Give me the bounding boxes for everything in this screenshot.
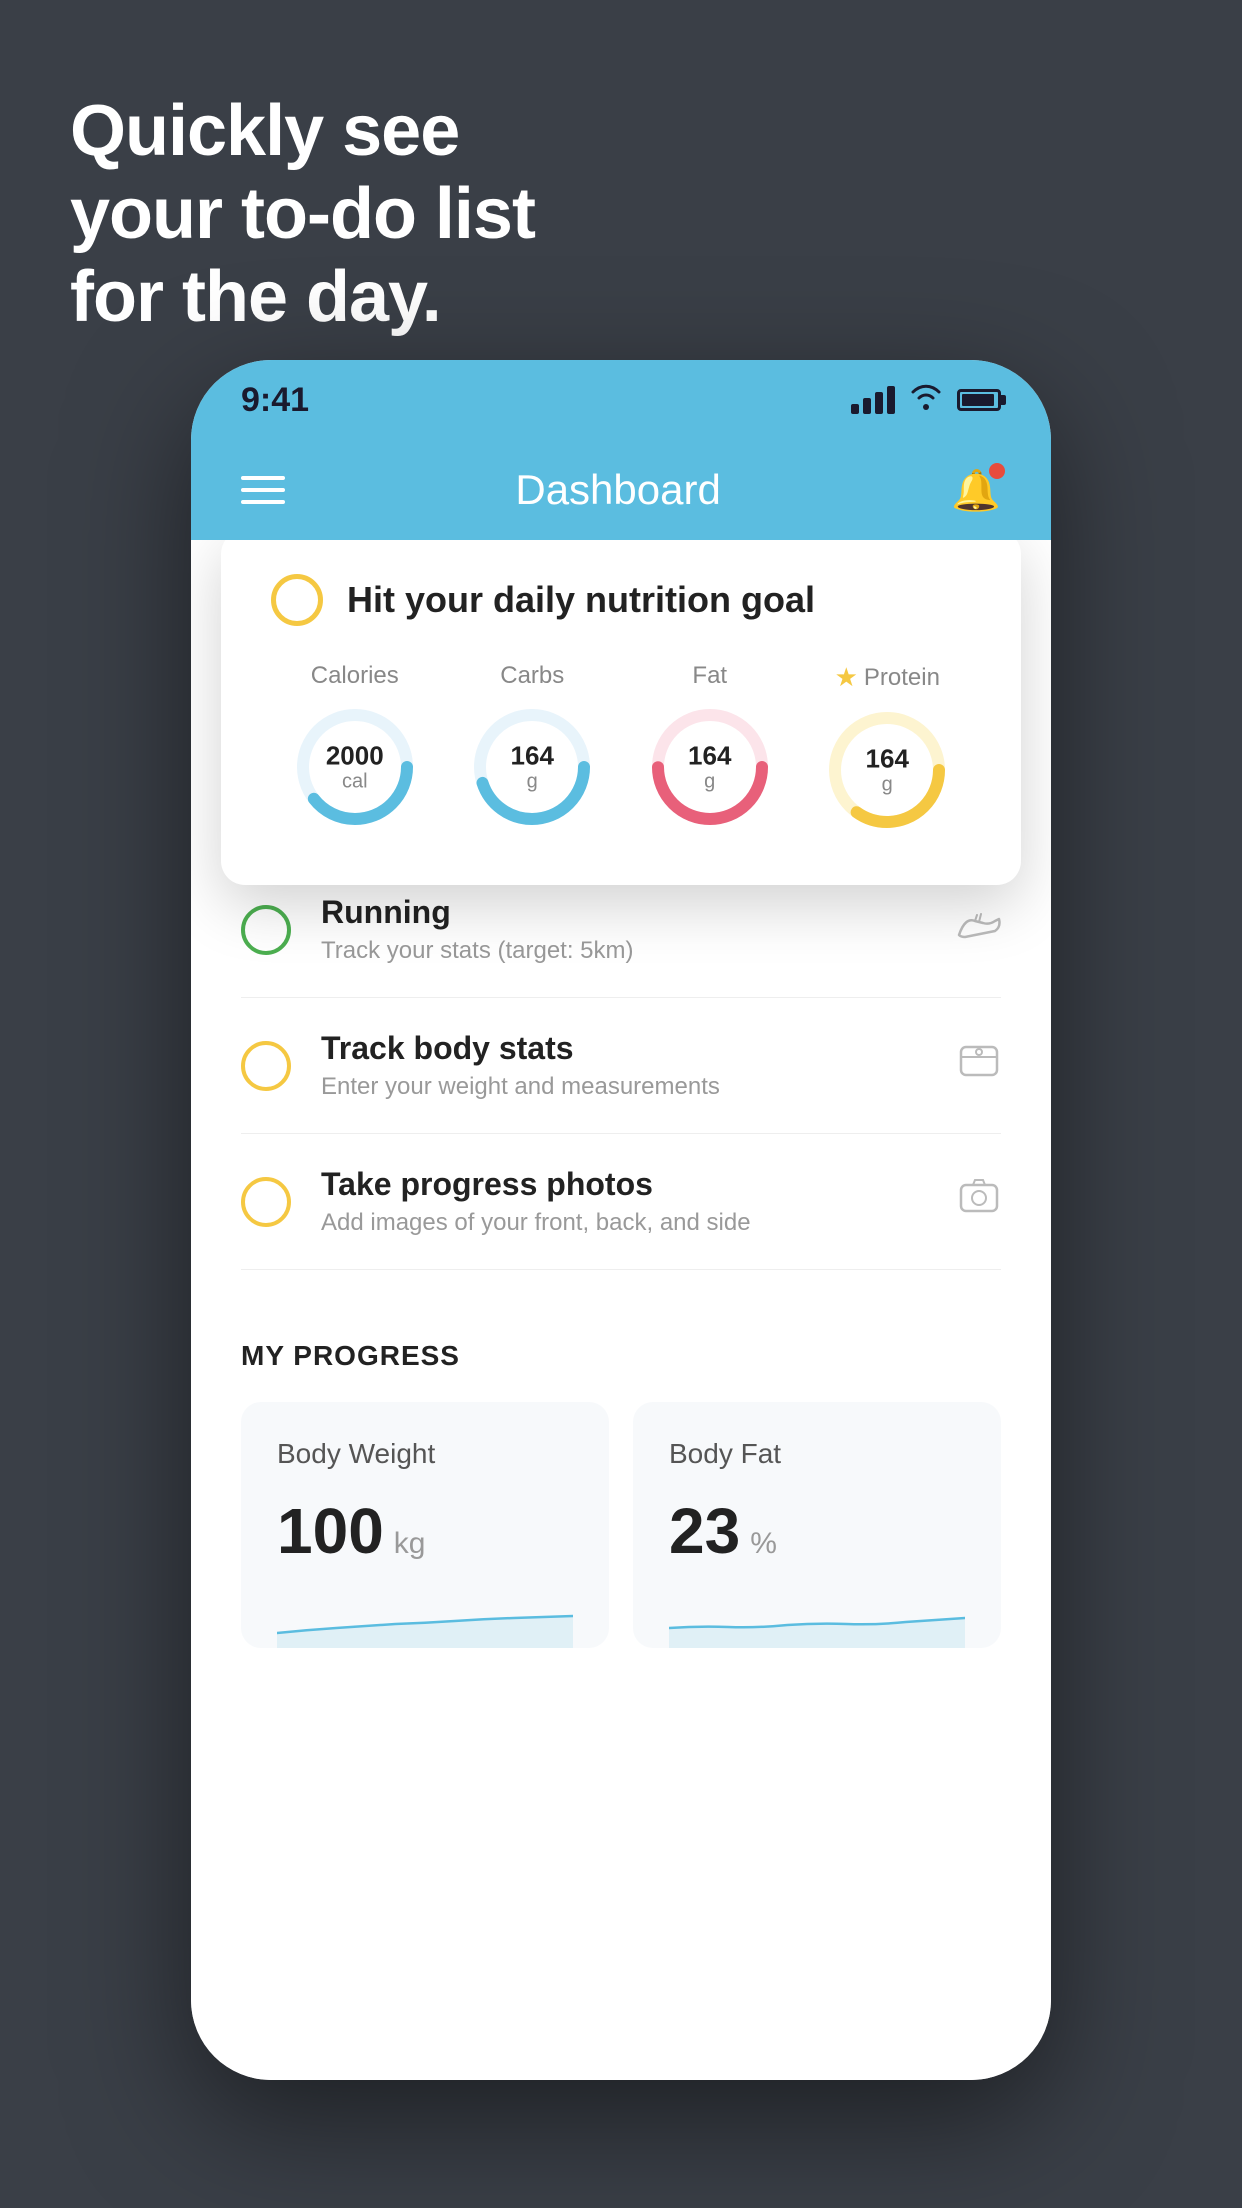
status-icons	[851, 384, 1001, 417]
todo-text-photos: Take progress photos Add images of your …	[321, 1166, 927, 1237]
fat-label: Fat	[692, 662, 727, 690]
todo-list: Running Track your stats (target: 5km)	[191, 862, 1051, 1270]
todo-item-photos[interactable]: Take progress photos Add images of your …	[241, 1134, 1001, 1270]
todo-subtitle-body-stats: Enter your weight and measurements	[321, 1073, 927, 1101]
calories-donut: 2000 cal	[290, 702, 420, 832]
carbs-label: Carbs	[500, 662, 564, 690]
protein-value: 164 g	[866, 745, 909, 796]
todo-title-body-stats: Track body stats	[321, 1030, 927, 1067]
progress-header: MY PROGRESS	[241, 1340, 1001, 1372]
protein-label: Protein	[864, 664, 940, 692]
nutrition-fat: Fat 164 g	[645, 662, 775, 832]
signal-icon	[851, 386, 895, 414]
todo-circle-running	[241, 905, 291, 955]
body-fat-title: Body Fat	[669, 1438, 965, 1470]
protein-donut: 164 g	[822, 705, 952, 835]
carbs-donut: 164 g	[467, 702, 597, 832]
headline-line3: for the day.	[70, 256, 535, 339]
todo-circle-body-stats	[241, 1041, 291, 1091]
status-time: 9:41	[241, 381, 309, 420]
body-fat-value-row: 23 %	[669, 1494, 965, 1568]
headline: Quickly see your to-do list for the day.	[70, 90, 535, 338]
body-fat-value: 23	[669, 1494, 740, 1568]
progress-section: MY PROGRESS Body Weight 100 kg	[191, 1290, 1051, 1648]
todo-circle-photos	[241, 1177, 291, 1227]
body-weight-chart	[277, 1588, 573, 1648]
todo-text-running: Running Track your stats (target: 5km)	[321, 894, 927, 965]
fat-value: 164 g	[688, 742, 731, 793]
nutrition-calories: Calories 2000 cal	[290, 662, 420, 832]
todo-text-body-stats: Track body stats Enter your weight and m…	[321, 1030, 927, 1101]
body-weight-value-row: 100 kg	[277, 1494, 573, 1568]
main-content: THINGS TO DO TODAY Hit your daily nutrit…	[191, 540, 1051, 2080]
headline-line2: your to-do list	[70, 173, 535, 256]
notification-bell-button[interactable]: 🔔	[951, 467, 1001, 514]
menu-button[interactable]	[241, 476, 285, 504]
body-weight-card: Body Weight 100 kg	[241, 1402, 609, 1648]
body-fat-unit: %	[750, 1527, 777, 1561]
calories-label: Calories	[311, 662, 399, 690]
body-fat-card: Body Fat 23 %	[633, 1402, 1001, 1648]
nutrition-carbs: Carbs 164 g	[467, 662, 597, 832]
star-icon: ★	[835, 662, 858, 693]
carbs-value: 164 g	[511, 742, 554, 793]
calories-value: 2000 cal	[326, 742, 384, 793]
notification-dot	[989, 463, 1005, 479]
todo-subtitle-photos: Add images of your front, back, and side	[321, 1209, 927, 1237]
nav-bar: Dashboard 🔔	[191, 440, 1051, 540]
card-title-row: Hit your daily nutrition goal	[271, 574, 971, 626]
body-fat-chart	[669, 1588, 965, 1648]
phone-frame: 9:41 Dashboard	[191, 360, 1051, 2080]
todo-title-running: Running	[321, 894, 927, 931]
todo-circle-nutrition	[271, 574, 323, 626]
nutrition-row: Calories 2000 cal	[271, 662, 971, 835]
photo-icon	[957, 1175, 1001, 1228]
body-weight-unit: kg	[394, 1527, 426, 1561]
headline-line1: Quickly see	[70, 90, 535, 173]
progress-cards: Body Weight 100 kg	[241, 1402, 1001, 1648]
battery-icon	[957, 389, 1001, 411]
protein-label-row: ★ Protein	[835, 662, 940, 693]
phone-mockup: 9:41 Dashboard	[191, 360, 1051, 2110]
nutrition-protein: ★ Protein 164 g	[822, 662, 952, 835]
nutrition-card-title: Hit your daily nutrition goal	[347, 579, 815, 621]
todo-item-body-stats[interactable]: Track body stats Enter your weight and m…	[241, 998, 1001, 1134]
body-weight-title: Body Weight	[277, 1438, 573, 1470]
scale-icon	[957, 1039, 1001, 1092]
wifi-icon	[909, 384, 943, 417]
fat-donut: 164 g	[645, 702, 775, 832]
body-weight-value: 100	[277, 1494, 384, 1568]
status-bar: 9:41	[191, 360, 1051, 440]
todo-title-photos: Take progress photos	[321, 1166, 927, 1203]
nutrition-card: Hit your daily nutrition goal Calories	[221, 540, 1021, 885]
running-shoe-icon	[957, 907, 1001, 952]
todo-subtitle-running: Track your stats (target: 5km)	[321, 937, 927, 965]
nav-title: Dashboard	[515, 466, 720, 514]
